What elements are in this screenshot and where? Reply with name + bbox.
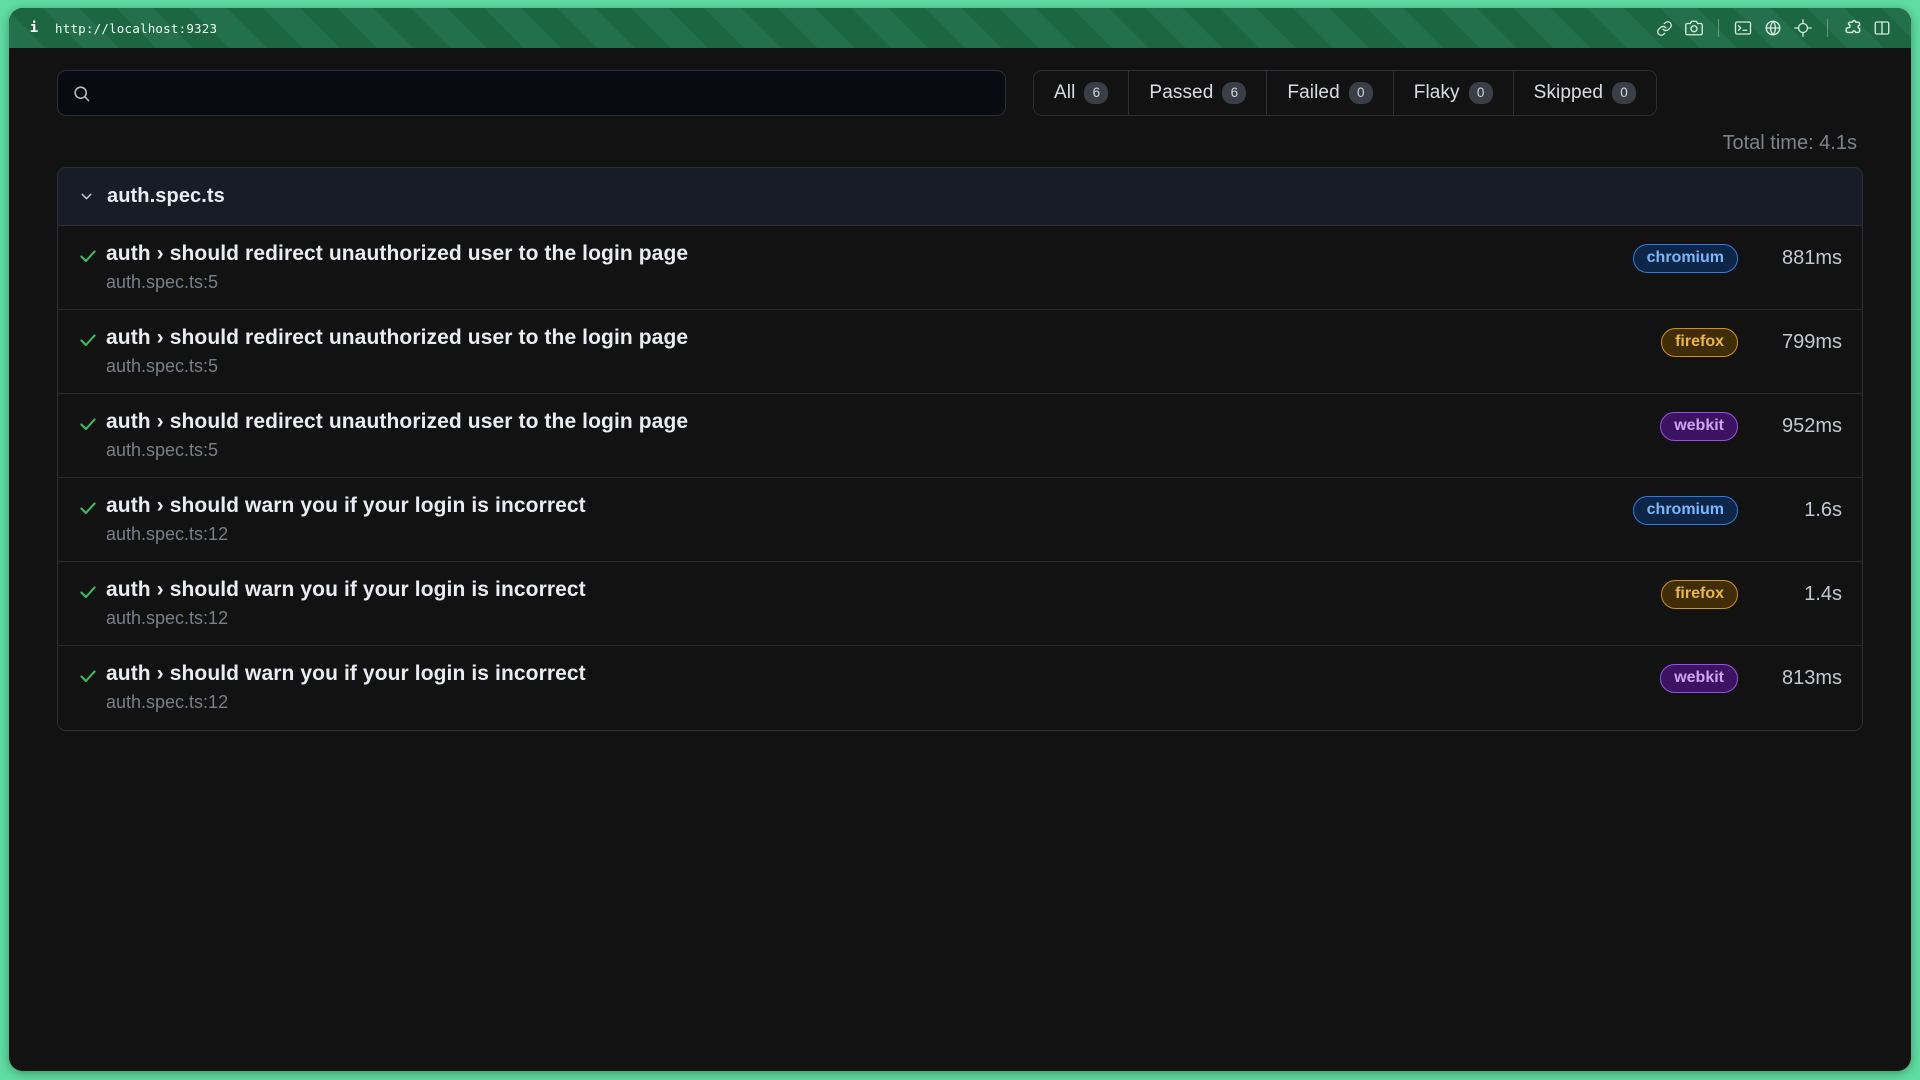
toolbar-divider [1718, 19, 1719, 37]
chevron-down-icon[interactable] [78, 188, 95, 205]
browser-frame: i http://localhost:9323 All 6 Passed 6 F… [0, 0, 1920, 1080]
test-title: auth › should redirect unauthorized user… [106, 242, 689, 265]
test-list: auth › should redirect unauthorized user… [58, 226, 1862, 730]
tab-passed-label: Passed [1149, 82, 1214, 103]
titlebar-toolbar [1649, 13, 1897, 43]
check-icon [78, 578, 104, 602]
browser-badge[interactable]: webkit [1660, 664, 1738, 694]
test-duration: 799ms [1781, 331, 1842, 354]
report-page: All 6 Passed 6 Failed 0 Flaky 0 Skipped … [9, 48, 1911, 1071]
test-meta: firefox 799ms [1661, 326, 1842, 358]
table-row[interactable]: auth › should redirect unauthorized user… [58, 226, 1862, 310]
tab-failed-count: 0 [1348, 82, 1373, 104]
test-meta: webkit 813ms [1660, 662, 1842, 694]
tab-failed-label: Failed [1287, 82, 1340, 103]
test-meta: firefox 1.4s [1661, 578, 1842, 610]
browser-titlebar: i http://localhost:9323 [9, 8, 1911, 48]
search-field[interactable] [57, 70, 1006, 116]
search-input[interactable] [101, 71, 991, 115]
tab-skipped[interactable]: Skipped 0 [1513, 71, 1657, 115]
test-duration: 881ms [1781, 247, 1842, 270]
test-location: auth.spec.ts:12 [106, 524, 229, 545]
address-bar-url[interactable]: http://localhost:9323 [55, 21, 217, 36]
browser-badge[interactable]: webkit [1660, 412, 1738, 442]
tab-flaky-label: Flaky [1413, 82, 1460, 103]
test-duration: 1.4s [1804, 583, 1842, 606]
browser-badge[interactable]: firefox [1661, 328, 1738, 358]
test-info: auth › should redirect unauthorized user… [104, 410, 1660, 461]
test-meta: webkit 952ms [1660, 410, 1842, 442]
table-row[interactable]: auth › should redirect unauthorized user… [58, 394, 1862, 478]
browser-badge[interactable]: firefox [1661, 580, 1738, 610]
tab-failed[interactable]: Failed 0 [1267, 71, 1394, 115]
test-location: auth.spec.ts:12 [106, 692, 229, 713]
tab-flaky[interactable]: Flaky 0 [1393, 71, 1514, 115]
table-row[interactable]: auth › should redirect unauthorized user… [58, 310, 1862, 394]
split-panel-icon[interactable] [1867, 13, 1897, 43]
camera-icon[interactable] [1679, 13, 1709, 43]
check-icon [78, 326, 104, 350]
terminal-icon[interactable] [1728, 13, 1758, 43]
test-title: auth › should warn you if your login is … [106, 494, 586, 517]
tab-skipped-count: 0 [1612, 82, 1637, 104]
target-icon[interactable] [1788, 13, 1818, 43]
test-location: auth.spec.ts:12 [106, 608, 229, 629]
browser-window: i http://localhost:9323 All 6 Passed 6 F… [9, 8, 1911, 1071]
titlebar-address-group: i http://localhost:9323 [29, 21, 217, 36]
toolbar-divider [1827, 19, 1828, 37]
test-title: auth › should warn you if your login is … [106, 578, 586, 601]
tab-all[interactable]: All 6 [1034, 71, 1130, 115]
test-title: auth › should redirect unauthorized user… [106, 410, 689, 433]
table-row[interactable]: auth › should warn you if your login is … [58, 562, 1862, 646]
browser-badge[interactable]: chromium [1632, 244, 1738, 274]
test-info: auth › should warn you if your login is … [104, 578, 1661, 629]
test-info: auth › should warn you if your login is … [104, 662, 1660, 713]
total-time-label: Total time: 4.1s [1722, 132, 1857, 154]
check-icon [78, 242, 104, 266]
file-group-header[interactable]: auth.spec.ts [58, 168, 1862, 226]
tab-all-label: All [1054, 82, 1076, 103]
test-meta: chromium 1.6s [1632, 494, 1842, 526]
test-info: auth › should warn you if your login is … [104, 494, 1633, 545]
test-location: auth.spec.ts:5 [106, 440, 219, 461]
test-title: auth › should redirect unauthorized user… [106, 326, 689, 349]
info-icon: i [29, 20, 39, 36]
tab-skipped-label: Skipped [1533, 82, 1604, 103]
table-row[interactable]: auth › should warn you if your login is … [58, 646, 1862, 730]
status-filter-tabs: All 6 Passed 6 Failed 0 Flaky 0 Skipped … [1033, 70, 1658, 116]
test-duration: 952ms [1781, 415, 1842, 438]
test-location: auth.spec.ts:5 [106, 272, 219, 293]
check-icon [78, 662, 104, 686]
test-title: auth › should warn you if your login is … [106, 662, 586, 685]
test-results-card: auth.spec.ts auth › should redirect unau… [57, 167, 1863, 731]
check-icon [78, 494, 104, 518]
test-meta: chromium 881ms [1632, 242, 1842, 274]
test-location: auth.spec.ts:5 [106, 356, 219, 377]
test-info: auth › should redirect unauthorized user… [104, 242, 1633, 293]
test-duration: 813ms [1781, 667, 1842, 690]
link-icon[interactable] [1649, 13, 1679, 43]
tab-all-count: 6 [1084, 82, 1109, 104]
toolbar-row: All 6 Passed 6 Failed 0 Flaky 0 Skipped … [57, 70, 1863, 116]
table-row[interactable]: auth › should warn you if your login is … [58, 478, 1862, 562]
file-name-label: auth.spec.ts [107, 185, 225, 207]
puzzle-icon[interactable] [1837, 13, 1867, 43]
test-info: auth › should redirect unauthorized user… [104, 326, 1661, 377]
tab-passed-count: 6 [1222, 82, 1247, 104]
tab-passed[interactable]: Passed 6 [1129, 71, 1268, 115]
check-icon [78, 410, 104, 434]
tab-flaky-count: 0 [1468, 82, 1493, 104]
test-duration: 1.6s [1804, 499, 1842, 522]
browser-badge[interactable]: chromium [1632, 496, 1738, 526]
globe-icon[interactable] [1758, 13, 1788, 43]
search-icon [72, 84, 91, 103]
